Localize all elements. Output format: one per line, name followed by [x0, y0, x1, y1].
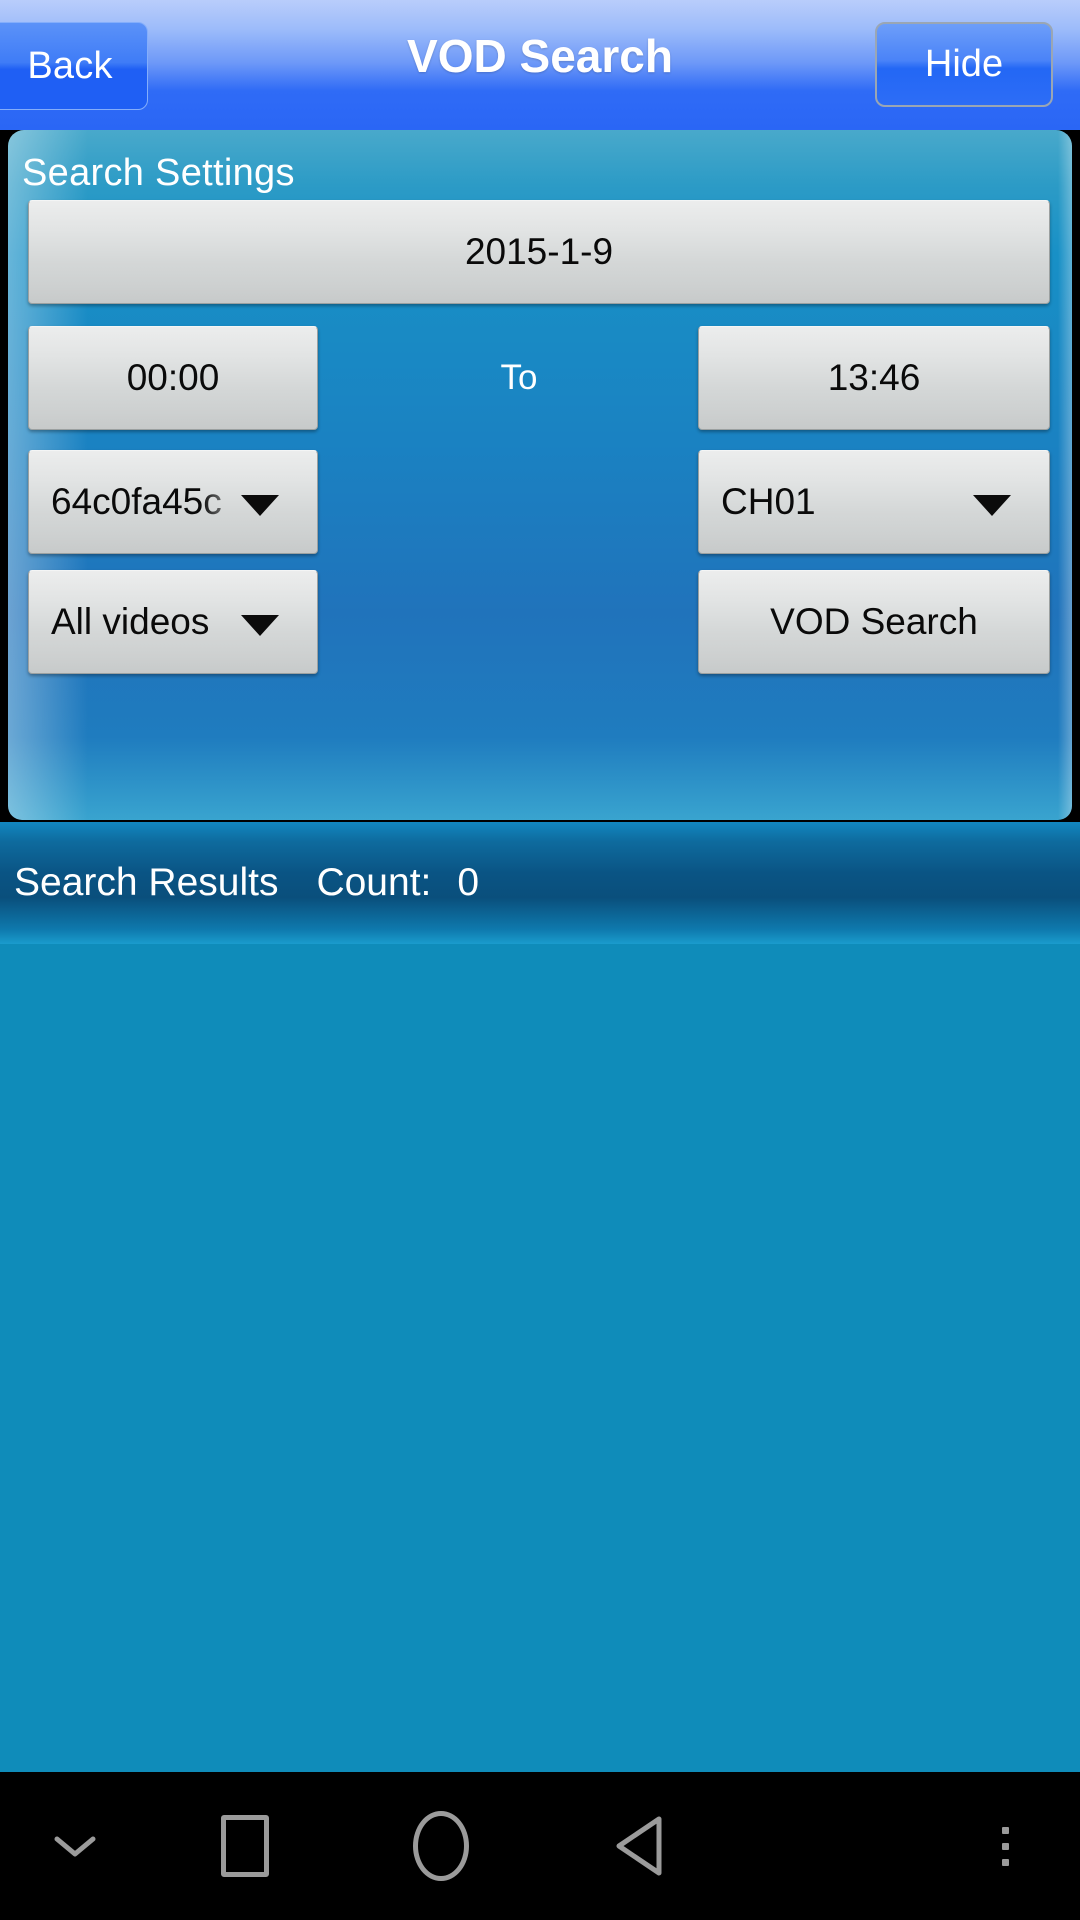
search-results-title: Search Results: [14, 861, 279, 904]
search-results-bar: Search Results Count: 0: [0, 822, 1080, 944]
date-picker-button[interactable]: 2015-1-9: [28, 200, 1050, 304]
android-navigation-bar: [0, 1772, 1080, 1920]
app-root: Back VOD Search Hide Search Settings 201…: [0, 0, 1080, 1920]
video-type-select-label: All videos: [51, 601, 210, 642]
nav-overflow-menu-button[interactable]: [930, 1772, 1080, 1920]
nav-back-button[interactable]: [566, 1772, 712, 1920]
video-type-select[interactable]: All videos: [28, 570, 318, 674]
search-settings-panel: Search Settings 2015-1-9 00:00 To 13:46 …: [8, 130, 1072, 820]
nav-hide-keyboard-button[interactable]: [0, 1772, 150, 1920]
channel-select[interactable]: CH01: [698, 450, 1050, 554]
device-select-label: 64c0fa45c: [51, 481, 222, 522]
channel-select-label: CH01: [721, 481, 816, 522]
results-count-value: 0: [457, 861, 480, 904]
chevron-down-icon: [241, 495, 279, 516]
search-settings-title: Search Settings: [22, 152, 295, 194]
chevron-down-icon: [241, 615, 279, 636]
circle-icon: [413, 1811, 469, 1881]
nav-home-button[interactable]: [368, 1772, 514, 1920]
three-dots-icon: [1001, 1826, 1009, 1866]
title-bar: Back VOD Search Hide: [0, 0, 1080, 130]
end-time-button[interactable]: 13:46: [698, 326, 1050, 430]
chevron-down-icon: [973, 495, 1011, 516]
triangle-left-icon: [616, 1816, 662, 1876]
nav-recents-button[interactable]: [172, 1772, 318, 1920]
hide-button[interactable]: Hide: [875, 22, 1053, 107]
square-icon: [221, 1815, 269, 1877]
device-select[interactable]: 64c0fa45c: [28, 450, 318, 554]
results-count-label: Count:: [316, 861, 432, 904]
search-results-list[interactable]: [0, 944, 1080, 1772]
vod-search-button[interactable]: VOD Search: [698, 570, 1050, 674]
chevron-down-icon: [54, 1836, 96, 1857]
